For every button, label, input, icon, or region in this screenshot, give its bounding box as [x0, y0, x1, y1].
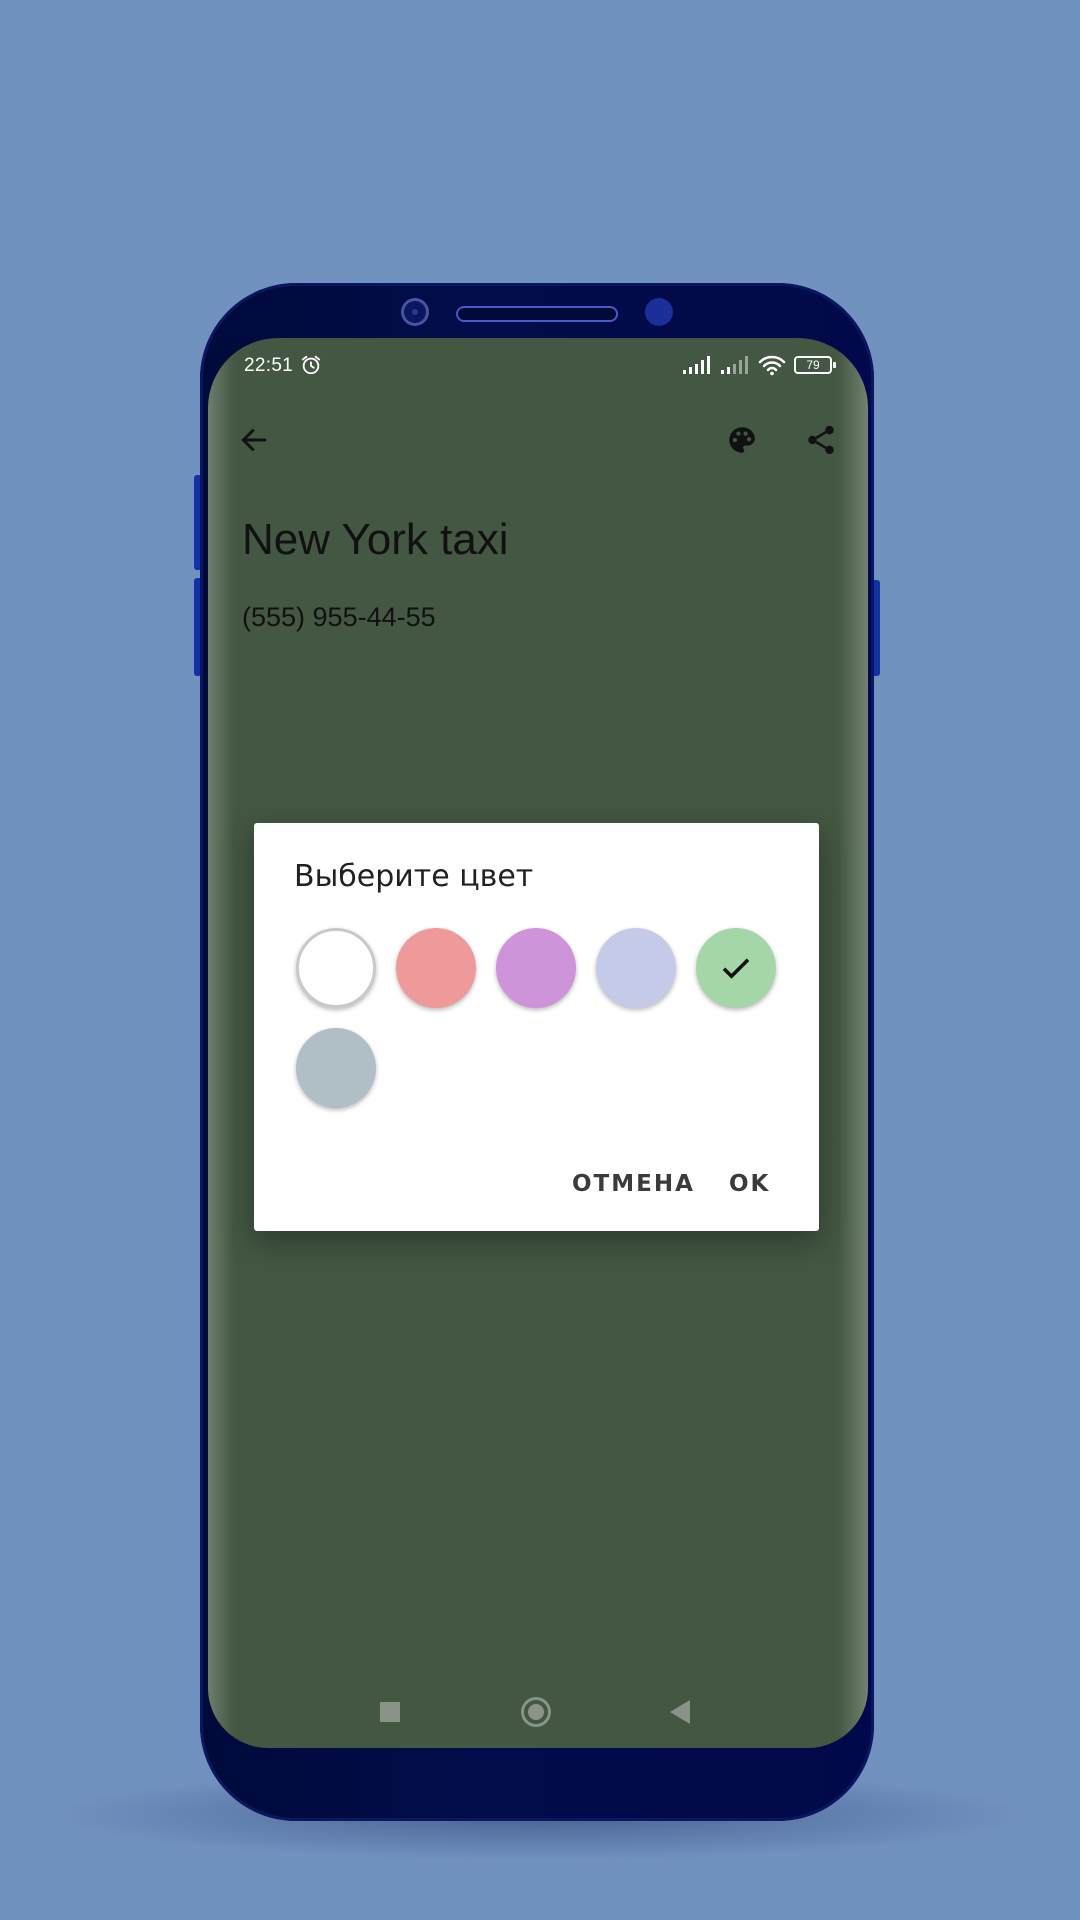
- ok-button[interactable]: OK: [729, 1171, 770, 1197]
- home-button[interactable]: [521, 1697, 551, 1727]
- color-picker-dialog: Выберите цвет ОТМЕНА OK: [254, 823, 819, 1231]
- alarm-icon: [301, 355, 321, 375]
- share-icon[interactable]: [804, 423, 838, 457]
- note-title[interactable]: New York taxi: [242, 515, 509, 565]
- screen-curve-left: [208, 338, 234, 1748]
- proximity-sensor: [645, 298, 673, 326]
- status-bar: 22:51 79: [208, 338, 868, 394]
- recents-button[interactable]: [380, 1702, 400, 1722]
- back-button[interactable]: [670, 1700, 690, 1724]
- earpiece-speaker: [456, 306, 618, 322]
- check-icon: [722, 958, 750, 979]
- signal-icon: [721, 356, 748, 374]
- status-icons: 79: [682, 354, 836, 376]
- dialog-title: Выберите цвет: [294, 859, 534, 894]
- status-time: 22:51: [244, 355, 294, 376]
- palette-icon[interactable]: [725, 423, 759, 457]
- color-swatch-red[interactable]: [396, 928, 476, 1008]
- app-bar: [208, 394, 868, 486]
- signal-icon: [683, 356, 710, 374]
- screen-curve-right: [838, 338, 868, 1748]
- front-camera: [401, 298, 429, 326]
- cancel-button[interactable]: ОТМЕНА: [572, 1171, 695, 1197]
- color-swatch-white[interactable]: [296, 928, 376, 1008]
- battery-icon: 79: [794, 356, 836, 374]
- note-phone[interactable]: (555) 955-44-55: [242, 602, 436, 633]
- color-swatch-green[interactable]: [696, 928, 776, 1008]
- color-swatch-indigo[interactable]: [596, 928, 676, 1008]
- wifi-icon: [758, 355, 786, 376]
- color-swatch-purple[interactable]: [496, 928, 576, 1008]
- color-swatch-blue-grey[interactable]: [296, 1028, 376, 1108]
- arrow-left-icon[interactable]: [238, 424, 270, 456]
